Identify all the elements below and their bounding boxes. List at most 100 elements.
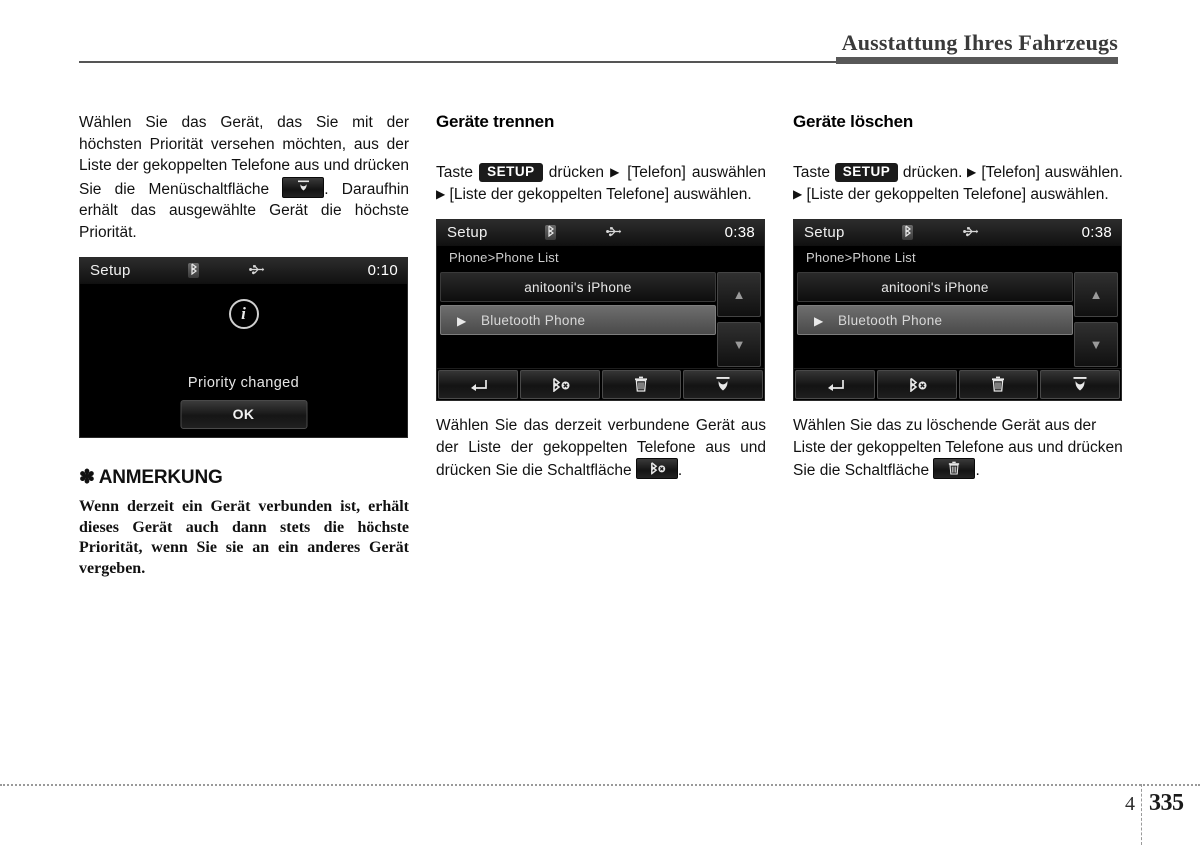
scroll-down-button[interactable]: ▼: [1074, 322, 1118, 367]
bluetooth-disconnect-icon: [552, 377, 570, 393]
status-icon-group: [545, 224, 675, 242]
instruction-text-3: [Liste der gekoppelten Telefone] auswähl…: [806, 185, 1109, 203]
asterisk-icon: ✽: [79, 467, 95, 488]
bluetooth-icon: [545, 225, 556, 240]
scroll-down-button[interactable]: ▼: [717, 322, 761, 367]
breadcrumb: Phone>Phone List: [794, 247, 1121, 272]
bluetooth-icon: [902, 225, 913, 240]
screen-title: Setup: [447, 224, 488, 241]
screen-clock: 0:38: [724, 224, 755, 241]
arrow-separator-1: ▶: [610, 165, 622, 179]
note-body: Wenn derzeit ein Gerät verbunden ist, er…: [79, 498, 409, 577]
delete-instruction: Taste SETUP drücken. ▶ [Telefon] auswähl…: [793, 162, 1123, 205]
bluetooth-icon-svg: [190, 263, 197, 276]
priority-glyph: [283, 180, 323, 194]
arrow-separator-2: ▶: [436, 186, 446, 201]
back-button[interactable]: [795, 370, 875, 399]
priority-changed-screen: Setup 0:10 i Priority changed OK: [79, 257, 408, 438]
instruction-prefix: Taste: [436, 164, 474, 181]
delete-button[interactable]: [601, 370, 682, 399]
phone-list-rows: anitooni's iPhone ▶ Bluetooth Phone: [797, 272, 1073, 338]
usb-icon-svg: [606, 227, 622, 237]
section-heading-disconnect: Geräte trennen: [436, 112, 555, 131]
bluetooth-disconnect-icon: [909, 377, 927, 393]
disconnect-instruction: Taste SETUP drücken ▶ [Telefon] auswähle…: [436, 162, 766, 205]
back-arrow-icon: [470, 380, 487, 391]
page-header: Ausstattung Ihres Fahrzeugs: [0, 0, 1200, 70]
priority-icon: [1073, 377, 1087, 391]
note-block: ✽ ANMERKUNG Wenn derzeit ein Gerät verbun…: [79, 466, 409, 579]
header-rule-accent: [836, 57, 1118, 64]
screen-toolbar: [794, 368, 1121, 400]
status-icon-group: [188, 262, 318, 280]
arrow-separator-2: ▶: [793, 186, 803, 201]
screen-toolbar: [437, 368, 764, 400]
trash-glyph: [934, 461, 974, 477]
status-icon-group: [902, 224, 1032, 242]
phone-list-screen-disconnect: Setup 0:38 Phone>Phone List anitooni's i…: [436, 219, 765, 401]
instruction-text-1: drücken: [548, 164, 604, 181]
back-button[interactable]: [438, 370, 518, 399]
delete-button[interactable]: [958, 370, 1039, 399]
middle-column: Geräte trennen Taste SETUP drücken ▶ [Te…: [436, 112, 766, 482]
screen-title: Setup: [804, 224, 845, 241]
page-number: 335: [1149, 790, 1184, 816]
priority-button[interactable]: [683, 370, 763, 399]
trash-icon: [635, 376, 648, 392]
note-heading: ✽ ANMERKUNG: [79, 466, 409, 489]
list-item[interactable]: ▶ Bluetooth Phone: [440, 305, 716, 335]
usb-icon-svg: [963, 227, 979, 237]
trash-icon: [933, 458, 976, 479]
setup-key-badge: SETUP: [479, 162, 543, 182]
priority-icon-svg: [297, 180, 309, 191]
usb-icon-svg: [249, 265, 265, 275]
screen-title: Setup: [90, 262, 131, 279]
message-dialog-body: i Priority changed OK: [80, 285, 407, 437]
bluetooth-icon-svg: [904, 225, 911, 238]
priority-icon: [282, 176, 325, 198]
usb-icon: [249, 264, 265, 277]
bluetooth-disconnect-button[interactable]: [876, 370, 957, 399]
phone-list: anitooni's iPhone ▶ Bluetooth Phone ▲ ▼: [437, 272, 764, 368]
disconnect-caption-text: Wählen Sie das derzeit verbundene Gerät …: [436, 417, 766, 479]
page-title: Ausstattung Ihres Fahrzeugs: [841, 30, 1118, 55]
bluetooth-disconnect-icon-svg: [650, 461, 666, 475]
instruction-text-3: [Liste der gekoppelten Telefone] auswähl…: [449, 185, 752, 203]
list-item[interactable]: anitooni's iPhone: [440, 272, 716, 302]
priority-instruction-paragraph: Wählen Sie das Gerät, das Sie mit der hö…: [79, 112, 409, 243]
scroll-up-button[interactable]: ▲: [717, 272, 761, 317]
instruction-prefix: Taste: [793, 164, 831, 181]
list-item[interactable]: anitooni's iPhone: [797, 272, 1073, 302]
setup-key-badge: SETUP: [834, 162, 899, 182]
list-item[interactable]: ▶ Bluetooth Phone: [797, 305, 1073, 335]
disconnect-caption-suffix: .: [677, 462, 683, 479]
bluetooth-icon-svg: [547, 225, 554, 238]
scroll-up-button[interactable]: ▲: [1074, 272, 1118, 317]
chapter-number: 4: [1125, 793, 1135, 815]
play-marker-icon: ▶: [814, 314, 824, 328]
footer-divider: [1141, 784, 1142, 845]
screen-titlebar: Setup: [794, 220, 1121, 247]
phone-list: anitooni's iPhone ▶ Bluetooth Phone ▲ ▼: [794, 272, 1121, 368]
screen-titlebar: Setup: [80, 258, 407, 285]
priority-button[interactable]: [1040, 370, 1120, 399]
scrollbar[interactable]: ▲ ▼: [1074, 272, 1118, 368]
ok-button[interactable]: OK: [180, 400, 307, 429]
delete-caption-suffix: .: [975, 462, 980, 479]
screen-clock: 0:38: [1081, 224, 1112, 241]
list-item-label: Bluetooth Phone: [481, 313, 586, 328]
note-heading-label: ANMERKUNG: [98, 467, 223, 488]
bluetooth-disconnect-icon: [635, 458, 678, 479]
delete-caption: Wählen Sie das zu löschende Gerät aus de…: [793, 415, 1123, 482]
disconnect-caption: Wählen Sie das derzeit verbundene Gerät …: [436, 415, 766, 482]
trash-icon-svg: [949, 461, 960, 475]
instruction-text-2: [Telefon] auswählen: [627, 164, 767, 181]
scrollbar[interactable]: ▲ ▼: [717, 272, 761, 368]
instruction-text-1: drücken.: [902, 164, 963, 181]
bluetooth-icon: [188, 263, 199, 278]
bluetooth-disconnect-button[interactable]: [519, 370, 600, 399]
dialog-message: Priority changed: [187, 375, 300, 391]
arrow-separator-1: ▶: [967, 165, 977, 179]
footer-rule: [0, 784, 1200, 786]
breadcrumb: Phone>Phone List: [437, 247, 764, 272]
